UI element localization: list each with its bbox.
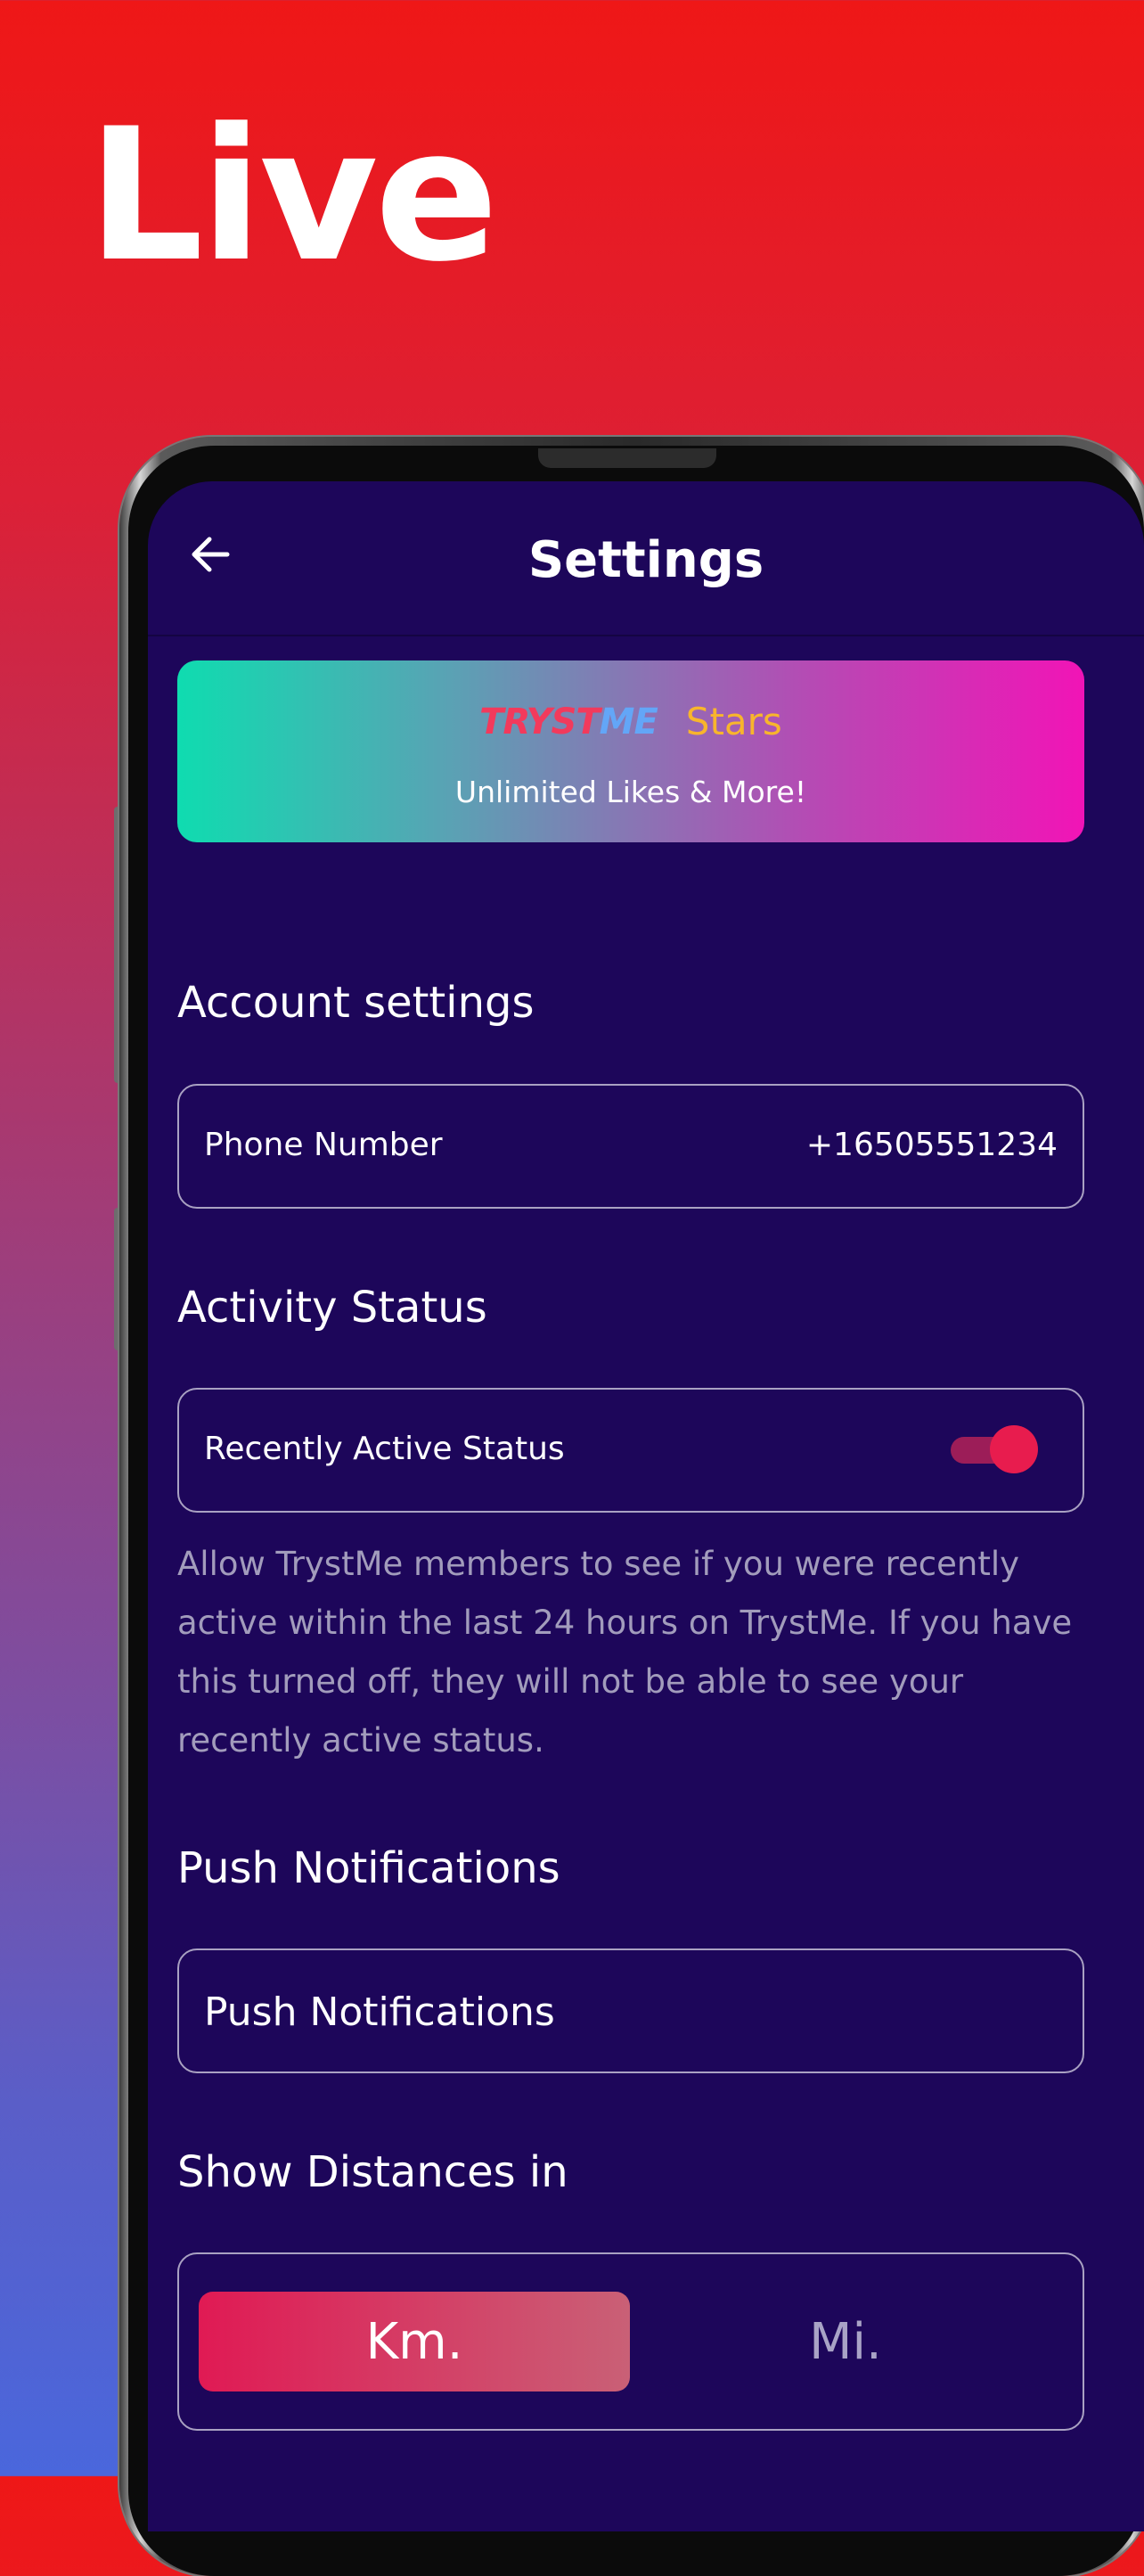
- activity-status-description: Allow TrystMe members to see if you were…: [177, 1545, 1073, 1760]
- app-screen: Settings TRYSTME Stars Unlimited Likes &…: [148, 481, 1144, 2531]
- unit-km-option[interactable]: Km.: [199, 2292, 630, 2391]
- banner-subtitle: Unlimited Likes & More!: [454, 775, 807, 809]
- banner-brand-row: TRYSTME Stars: [177, 700, 1084, 743]
- push-notifications-label: Push Notifications: [204, 1989, 555, 2035]
- page-title: Settings: [527, 531, 764, 589]
- logo-part-tryst: TRYST: [479, 701, 600, 742]
- stars-upgrade-banner[interactable]: TRYSTME Stars Unlimited Likes & More!: [177, 660, 1084, 842]
- recently-active-label: Recently Active Status: [204, 1431, 565, 1467]
- promo-headline: Live: [87, 90, 499, 302]
- push-notifications-heading: Push Notifications: [177, 1843, 560, 1893]
- recently-active-row: Recently Active Status: [177, 1388, 1084, 1513]
- logo-part-me: ME: [599, 701, 658, 742]
- activity-status-heading: Activity Status: [177, 1283, 487, 1333]
- unit-mi-option[interactable]: Mi.: [630, 2292, 1061, 2391]
- stars-label: Stars: [685, 700, 782, 743]
- trystme-logo: TRYSTME: [479, 701, 658, 742]
- phone-number-value: +16505551234: [805, 1127, 1058, 1163]
- earpiece-speaker: [538, 448, 716, 468]
- push-notifications-row[interactable]: Push Notifications: [177, 1948, 1084, 2073]
- phone-number-label: Phone Number: [204, 1127, 443, 1163]
- account-settings-heading: Account settings: [177, 978, 535, 1028]
- toggle-knob: [990, 1425, 1038, 1473]
- recently-active-toggle[interactable]: [949, 1425, 1038, 1473]
- app-header: Settings: [148, 481, 1144, 636]
- distance-unit-selector: Km. Mi.: [177, 2252, 1084, 2431]
- show-distances-heading: Show Distances in: [177, 2147, 568, 2197]
- phone-number-row[interactable]: Phone Number +16505551234: [177, 1084, 1084, 1209]
